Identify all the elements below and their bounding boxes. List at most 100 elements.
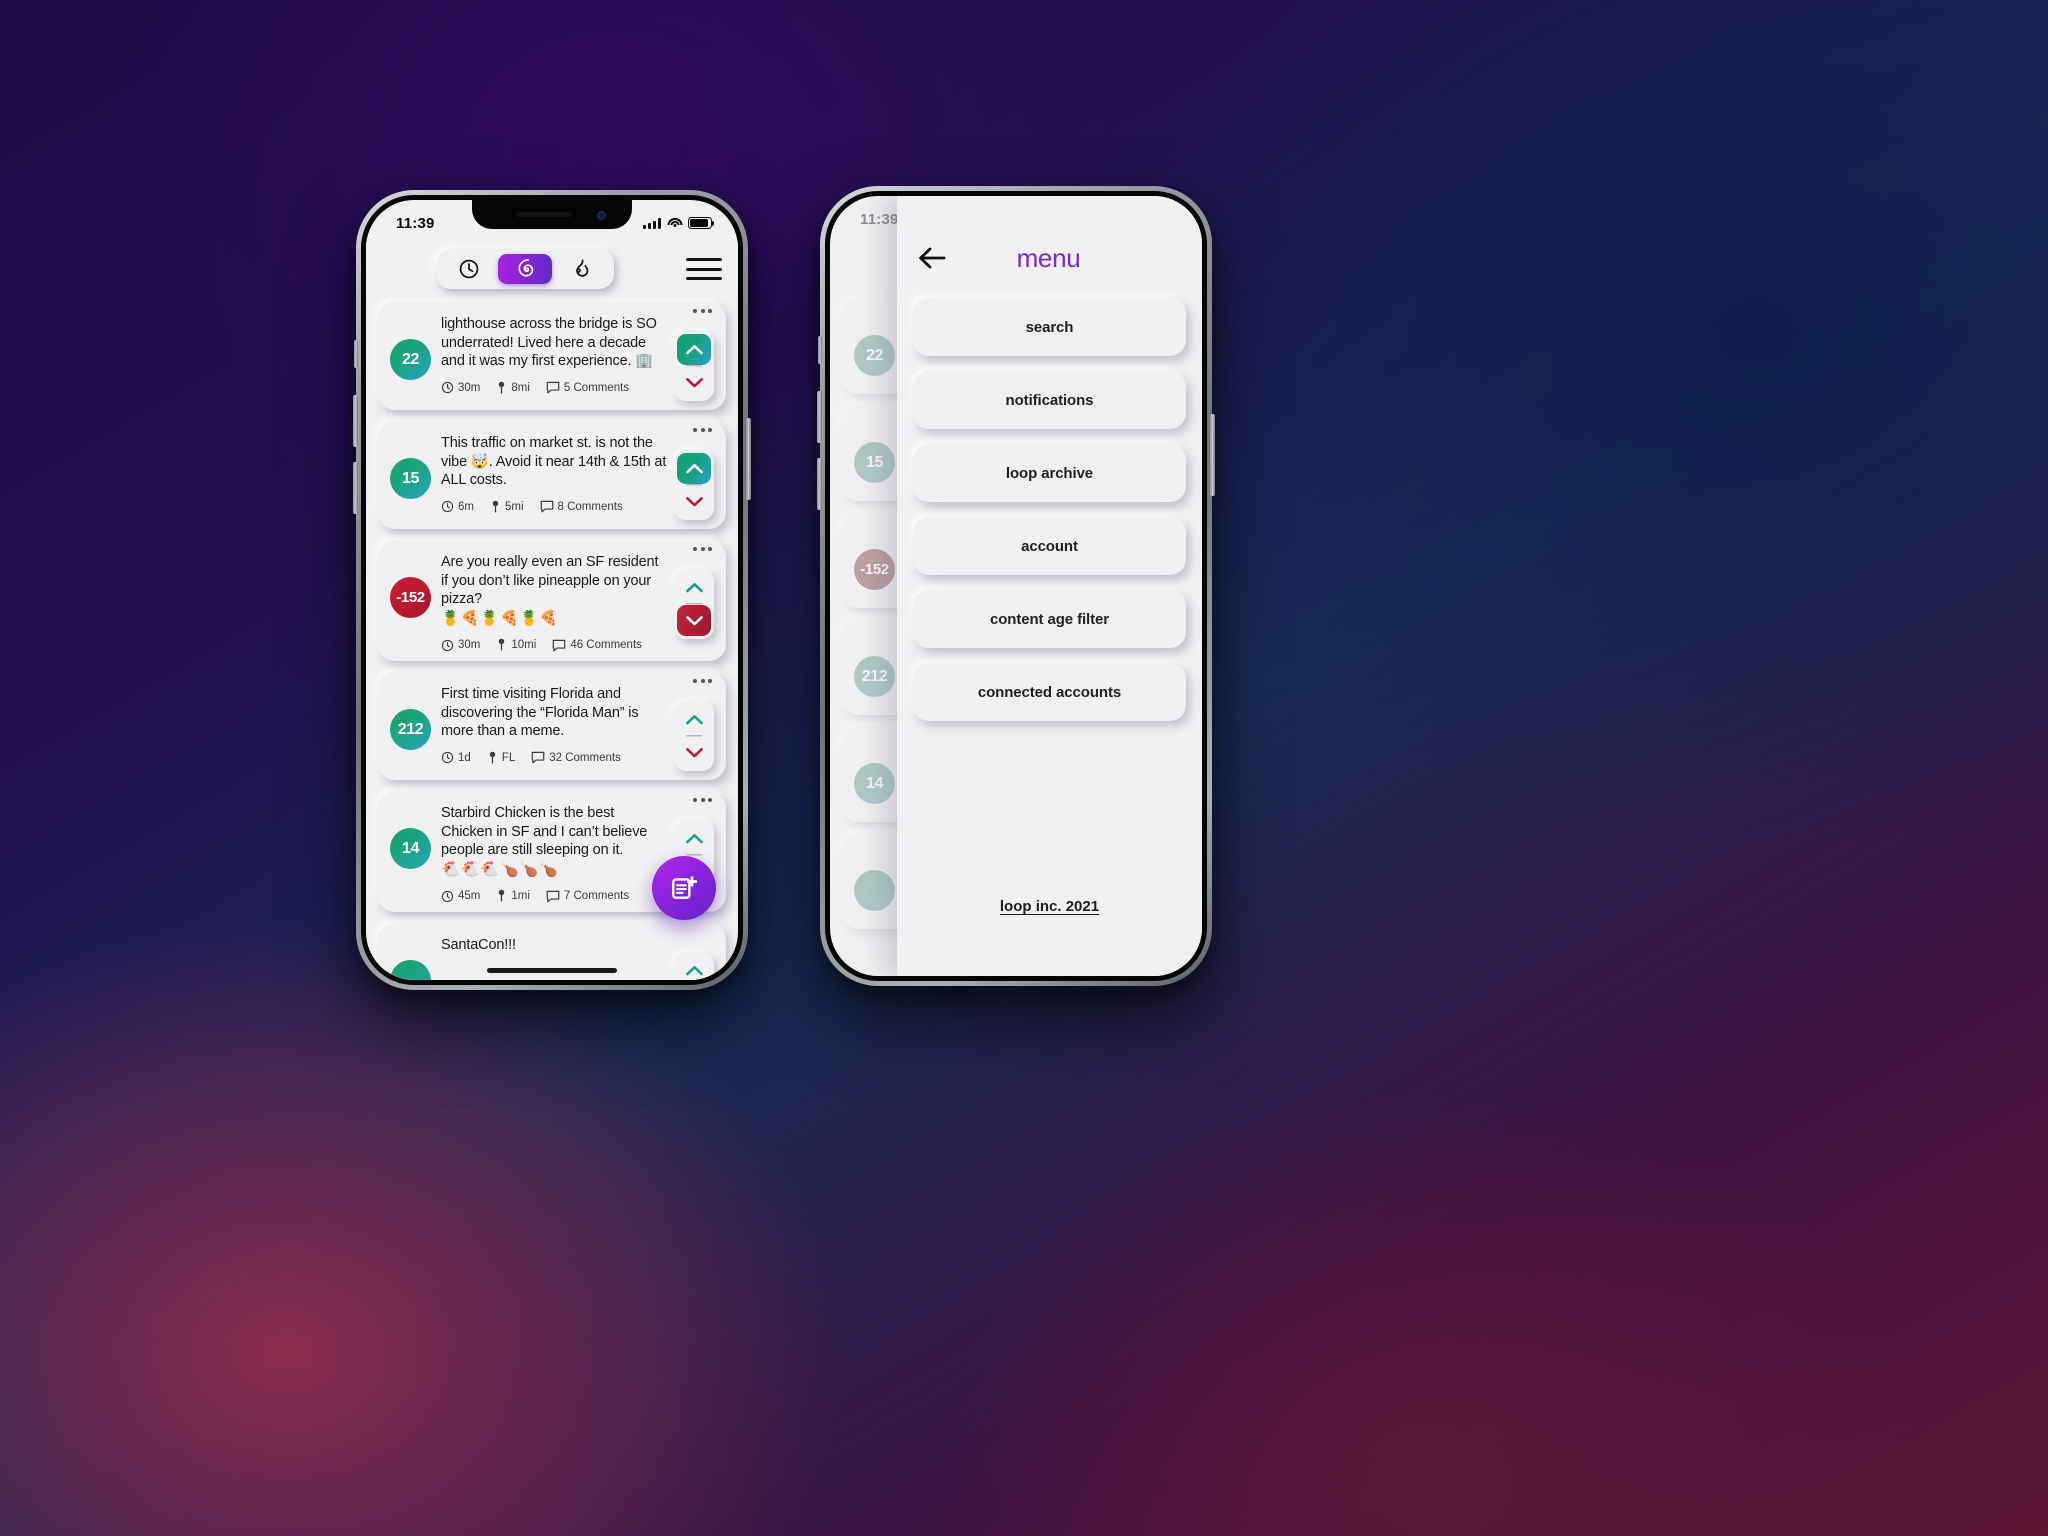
post-text: Starbird Chicken is the best Chicken in … — [441, 805, 648, 859]
pin-icon — [499, 381, 505, 394]
post-distance: 10mi — [496, 638, 536, 652]
post-meta: 6m 5mi 8 Comments — [441, 500, 668, 514]
post-card[interactable]: -152 Are you really even an SF resident … — [378, 540, 726, 662]
post-overflow-menu-icon[interactable] — [693, 547, 712, 551]
menu-item-label: search — [1025, 318, 1074, 336]
battery-icon — [688, 217, 715, 229]
wifi-icon — [667, 218, 682, 229]
volume-down-button[interactable] — [817, 458, 822, 510]
upvote-button[interactable] — [677, 572, 711, 603]
vote-control[interactable] — [674, 331, 714, 401]
clock-icon — [441, 501, 454, 513]
upvote-button[interactable] — [677, 453, 711, 484]
post-emoji-row: 🐔🐔🐔🍗🍗🍗 — [441, 860, 560, 878]
vote-control[interactable] — [674, 701, 714, 772]
downvote-button[interactable] — [677, 605, 711, 636]
front-camera — [597, 211, 606, 220]
post-text: First time visiting Florida and discover… — [441, 686, 639, 740]
chevron-down-icon — [685, 748, 703, 758]
post-comments-label: 8 Comments — [557, 500, 623, 513]
downvote-button[interactable] — [677, 367, 711, 398]
menu-item-account[interactable]: account — [912, 517, 1186, 575]
post-overflow-menu-icon[interactable] — [693, 309, 712, 313]
post-overflow-menu-icon[interactable] — [693, 428, 712, 432]
volume-down-button[interactable] — [353, 462, 358, 514]
flame-icon — [576, 259, 589, 277]
hamburger-icon[interactable] — [686, 256, 722, 282]
post-card[interactable]: 22 lighthouse across the bridge is SO un… — [378, 302, 726, 410]
menu-item-search[interactable]: search — [912, 298, 1186, 356]
post-comments: 5 Comments — [546, 381, 629, 394]
chevron-up-icon — [685, 583, 703, 593]
upvote-button[interactable] — [677, 955, 711, 980]
chevron-down-icon — [685, 378, 703, 388]
volume-up-button[interactable] — [817, 391, 822, 443]
chevron-up-icon — [685, 966, 703, 976]
chevron-up-icon — [685, 345, 703, 355]
post-overflow-menu-icon[interactable] — [693, 798, 712, 803]
silent-switch[interactable] — [354, 340, 358, 368]
chevron-up-icon — [685, 464, 703, 474]
clock-icon — [459, 259, 479, 279]
menu-item-connected-accounts[interactable]: connected accounts — [912, 663, 1186, 721]
post-text: This traffic on market st. is not the vi… — [441, 435, 667, 489]
upvote-button[interactable] — [677, 704, 711, 735]
chevron-down-icon — [685, 497, 703, 507]
tab-loop[interactable] — [498, 254, 552, 284]
menu-item-label: account — [1021, 537, 1078, 555]
power-button[interactable] — [1210, 414, 1215, 496]
clock-icon — [441, 752, 454, 764]
downvote-button[interactable] — [677, 737, 711, 768]
post-card[interactable]: 15 This traffic on market st. is not the… — [378, 421, 726, 529]
upvote-button[interactable] — [677, 334, 711, 365]
menu-item-loop-archive[interactable]: loop archive — [912, 444, 1186, 502]
post-meta: 45m 1mi 7 Comments — [441, 889, 668, 903]
post-score-badge: 22 — [390, 339, 431, 380]
vote-control[interactable] — [674, 952, 714, 980]
post-distance: 5mi — [490, 500, 524, 514]
comment-icon — [546, 381, 560, 394]
vote-control[interactable] — [674, 450, 714, 520]
post-time: 30m — [441, 381, 480, 394]
phone-feed: 11:39 22 lighthouse across the bridge is… — [353, 190, 751, 990]
menu-item-label: connected accounts — [977, 683, 1122, 701]
post-time: 1d — [441, 751, 471, 764]
upvote-button[interactable] — [677, 823, 711, 854]
tab-hot[interactable] — [554, 254, 608, 284]
compose-post-button[interactable] — [652, 856, 716, 920]
chevron-up-icon — [685, 715, 703, 725]
post-score-badge: 212 — [390, 709, 431, 751]
post-distance-label: 1mi — [511, 890, 530, 903]
power-button[interactable] — [746, 418, 751, 500]
post-overflow-menu-icon[interactable] — [693, 679, 712, 684]
silent-switch[interactable] — [818, 336, 822, 364]
back-arrow-icon — [919, 247, 946, 269]
post-time: 45m — [441, 890, 480, 903]
menu-footer: loop inc. 2021 — [897, 898, 1202, 976]
post-distance-label: FL — [501, 751, 516, 764]
copyright-link[interactable]: loop inc. 2021 — [1000, 898, 1099, 915]
clock-icon — [441, 639, 454, 651]
post-text: SantaCon!!! — [441, 937, 516, 954]
vote-control[interactable] — [674, 569, 714, 639]
chevron-up-icon — [685, 834, 703, 844]
menu-item-label: loop archive — [1005, 464, 1094, 482]
volume-up-button[interactable] — [353, 395, 358, 447]
post-time: 6m — [441, 500, 474, 513]
post-distance: 1mi — [496, 889, 530, 903]
post-distance: 8mi — [496, 381, 530, 395]
menu-item-notifications[interactable]: notifications — [912, 371, 1186, 429]
menu-item-content-age-filter[interactable]: content age filter — [912, 590, 1186, 648]
comment-icon — [531, 752, 545, 764]
downvote-button[interactable] — [677, 486, 711, 517]
post-card[interactable]: 212 First time visiting Florida and disc… — [378, 672, 726, 781]
menu-item-label: content age filter — [989, 610, 1110, 628]
post-time-label: 1d — [458, 751, 471, 764]
tab-recent[interactable] — [442, 254, 496, 284]
post-time: 30m — [441, 639, 480, 652]
back-button[interactable] — [915, 241, 949, 275]
feed-sort-segmented-control[interactable] — [436, 249, 614, 289]
post-comments: 7 Comments — [546, 890, 629, 903]
post-distance-label: 8mi — [511, 381, 530, 394]
post-meta: 30m 10mi 46 Comments — [441, 638, 668, 652]
